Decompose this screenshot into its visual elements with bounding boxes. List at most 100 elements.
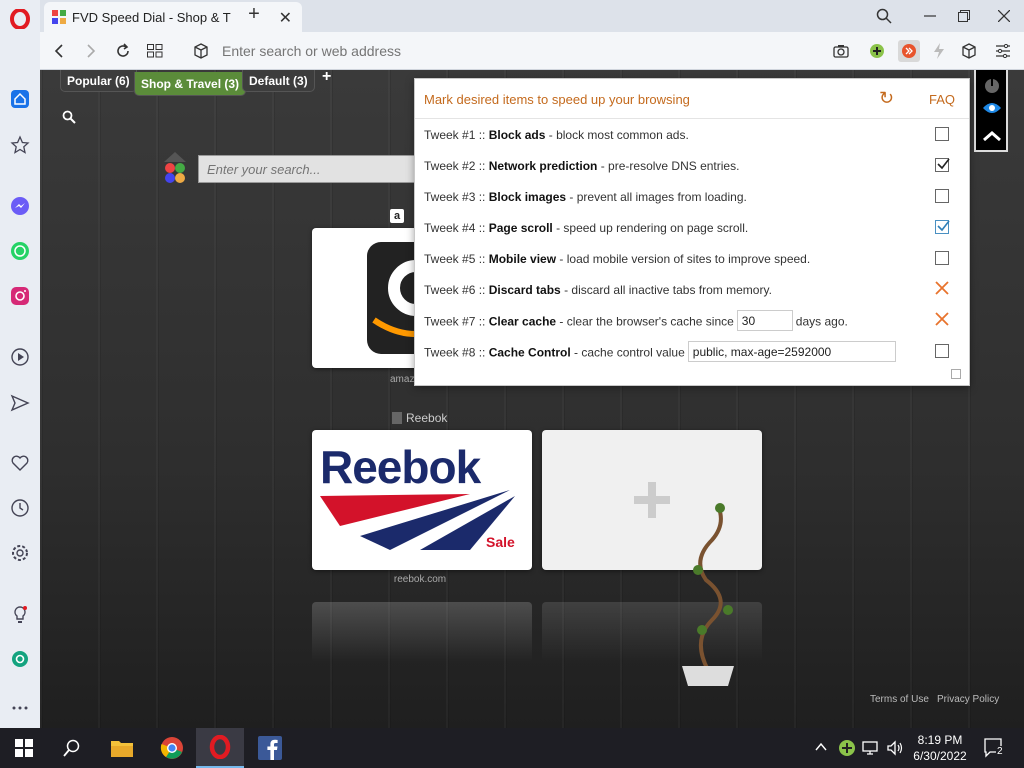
- player-icon[interactable]: [0, 342, 40, 372]
- more-options-icon[interactable]: [0, 693, 40, 723]
- tweak-desc: - block most common ads.: [545, 128, 689, 142]
- minimize-icon[interactable]: [916, 4, 944, 28]
- back-arrow-icon[interactable]: [48, 40, 70, 62]
- tweak-prefix: Tweek #7 ::: [424, 314, 489, 329]
- tweak-checkbox-network-prediction[interactable]: [935, 158, 950, 172]
- speed-tweaks-extension-icon[interactable]: [898, 40, 920, 62]
- power-icon[interactable]: [983, 76, 1001, 97]
- instagram-icon[interactable]: [0, 281, 40, 311]
- clear-cache-days-input[interactable]: [736, 310, 793, 331]
- forward-arrow-icon[interactable]: [80, 40, 102, 62]
- tweak-name: Network prediction: [488, 159, 598, 173]
- opera-menu-icon[interactable]: [0, 4, 40, 34]
- speed-tweaks-popup: Mark desired items to speed up your brow…: [414, 78, 970, 386]
- tweak-prefix: Tweek #3 ::: [424, 190, 489, 204]
- faq-link[interactable]: FAQ: [929, 92, 955, 107]
- file-explorer-icon[interactable]: [98, 728, 146, 768]
- tweak-toggle-discard-tabs-x-icon[interactable]: [934, 280, 950, 296]
- tweak-desc: - load mobile version of sites to improv…: [556, 252, 811, 266]
- tweak-prefix: Tweek #2 ::: [424, 159, 489, 173]
- collapse-chevron-up-icon[interactable]: [982, 130, 1002, 145]
- close-window-icon[interactable]: [990, 4, 1018, 28]
- reload-icon[interactable]: [112, 40, 134, 62]
- windows-start-icon[interactable]: [0, 728, 48, 768]
- easy-setup-icon[interactable]: [992, 40, 1014, 62]
- eye-visibility-icon[interactable]: [982, 102, 1002, 117]
- tweak-row-mobile-view: Tweek #5 :: Mobile view - load mobile ve…: [415, 243, 969, 274]
- whatsapp-icon[interactable]: [0, 236, 40, 266]
- address-bar: [40, 32, 1024, 70]
- address-input[interactable]: [222, 39, 802, 63]
- tweak-toggle-clear-cache-x-icon[interactable]: [934, 311, 950, 327]
- restore-icon[interactable]: [950, 4, 978, 28]
- bookmarks-star-icon[interactable]: [0, 130, 40, 160]
- dial-reebok[interactable]: Reebok Sale: [312, 430, 532, 570]
- heart-icon[interactable]: [0, 448, 40, 478]
- tweak-row-cache-control: Tweek #8 :: Cache Control - cache contro…: [415, 336, 969, 367]
- add-group-plus-icon[interactable]: +: [322, 68, 331, 86]
- popup-title: Mark desired items to speed up your brow…: [424, 92, 690, 107]
- tray-chevron-up-icon[interactable]: [814, 740, 828, 757]
- tweak-row-block-ads: Tweek #1 :: Block ads - block most commo…: [415, 119, 969, 150]
- taskbar-clock[interactable]: 8:19 PM 6/30/2022: [908, 732, 972, 764]
- checkmark-icon: [937, 158, 950, 170]
- notifications-icon[interactable]: 2: [984, 738, 1006, 758]
- history-clock-icon[interactable]: [0, 493, 40, 523]
- privacy-policy-link[interactable]: Privacy Policy: [937, 694, 999, 705]
- search-engine-icon[interactable]: [162, 150, 188, 187]
- refresh-icon[interactable]: ↻: [879, 88, 894, 109]
- new-tab-plus-icon[interactable]: +: [242, 3, 266, 26]
- cache-control-value-input[interactable]: [687, 341, 896, 362]
- lightning-icon[interactable]: [928, 40, 950, 62]
- extensions-cube-icon[interactable]: [958, 40, 980, 62]
- camera-snapshot-icon[interactable]: [830, 40, 852, 62]
- volume-icon[interactable]: [886, 739, 904, 760]
- search-magnifier-icon[interactable]: [62, 110, 76, 127]
- opera-sidebar: [0, 0, 40, 728]
- tweak-name: Block ads: [488, 128, 546, 142]
- tab-close-icon[interactable]: ✕: [279, 8, 292, 28]
- tab-search-icon[interactable]: [870, 4, 898, 28]
- group-tab-default[interactable]: Default (3): [242, 70, 315, 92]
- tweak-prefix: Tweek #8 ::: [424, 345, 489, 360]
- tweak-desc: - speed up rendering on page scroll.: [552, 221, 749, 235]
- home-icon[interactable]: [0, 84, 40, 114]
- amazon-favicon-icon: a: [390, 209, 404, 223]
- tweak-checkbox-block-images[interactable]: [935, 189, 949, 203]
- tweak-suffix: days ago.: [795, 314, 848, 329]
- tweak-checkbox-page-scroll[interactable]: [935, 220, 950, 234]
- aria-icon[interactable]: [0, 644, 40, 674]
- terms-of-use-link[interactable]: Terms of Use: [870, 694, 929, 705]
- taskbar-search-icon[interactable]: [48, 728, 96, 768]
- chrome-icon[interactable]: [148, 728, 196, 768]
- tweak-desc: - discard all inactive tabs from memory.: [560, 283, 772, 297]
- tweak-prefix: Tweek #1 ::: [424, 128, 489, 142]
- speed-dial-side-toolbar: [974, 70, 1008, 152]
- bonsai-decoration-icon: [682, 503, 734, 686]
- tweak-checkbox-block-ads[interactable]: [935, 127, 949, 141]
- reebok-label-text: Reebok: [406, 411, 448, 425]
- settings-gear-icon[interactable]: [0, 538, 40, 568]
- messenger-icon[interactable]: [0, 191, 40, 221]
- speed-dial-grid-icon[interactable]: [144, 40, 166, 62]
- dial-reflection: [312, 602, 532, 662]
- popup-resize-icon[interactable]: [951, 369, 961, 379]
- tweak-desc: - prevent all images from loading.: [566, 190, 747, 204]
- tweak-row-clear-cache: Tweek #7 :: Clear cache - clear the brow…: [415, 305, 969, 336]
- group-tab-popular[interactable]: Popular (6): [60, 70, 137, 92]
- popup-header: Mark desired items to speed up your brow…: [415, 79, 969, 119]
- network-icon[interactable]: [862, 739, 880, 760]
- tweak-checkbox-cache-control[interactable]: [935, 344, 949, 358]
- opera-taskbar-icon[interactable]: [196, 728, 244, 768]
- tweak-desc: - clear the browser's cache since: [556, 314, 734, 329]
- send-icon[interactable]: [0, 388, 40, 418]
- lightbulb-icon[interactable]: [0, 600, 40, 630]
- extension-green-icon[interactable]: [866, 40, 888, 62]
- tweak-checkbox-mobile-view[interactable]: [935, 251, 949, 265]
- group-tab-shop-travel[interactable]: Shop & Travel (3): [134, 72, 247, 96]
- tray-app-icon[interactable]: [838, 739, 856, 760]
- checkmark-icon: [937, 220, 950, 232]
- tweak-prefix: Tweek #4 ::: [424, 221, 489, 235]
- facebook-icon[interactable]: [246, 728, 294, 768]
- page-cube-icon[interactable]: [190, 40, 212, 62]
